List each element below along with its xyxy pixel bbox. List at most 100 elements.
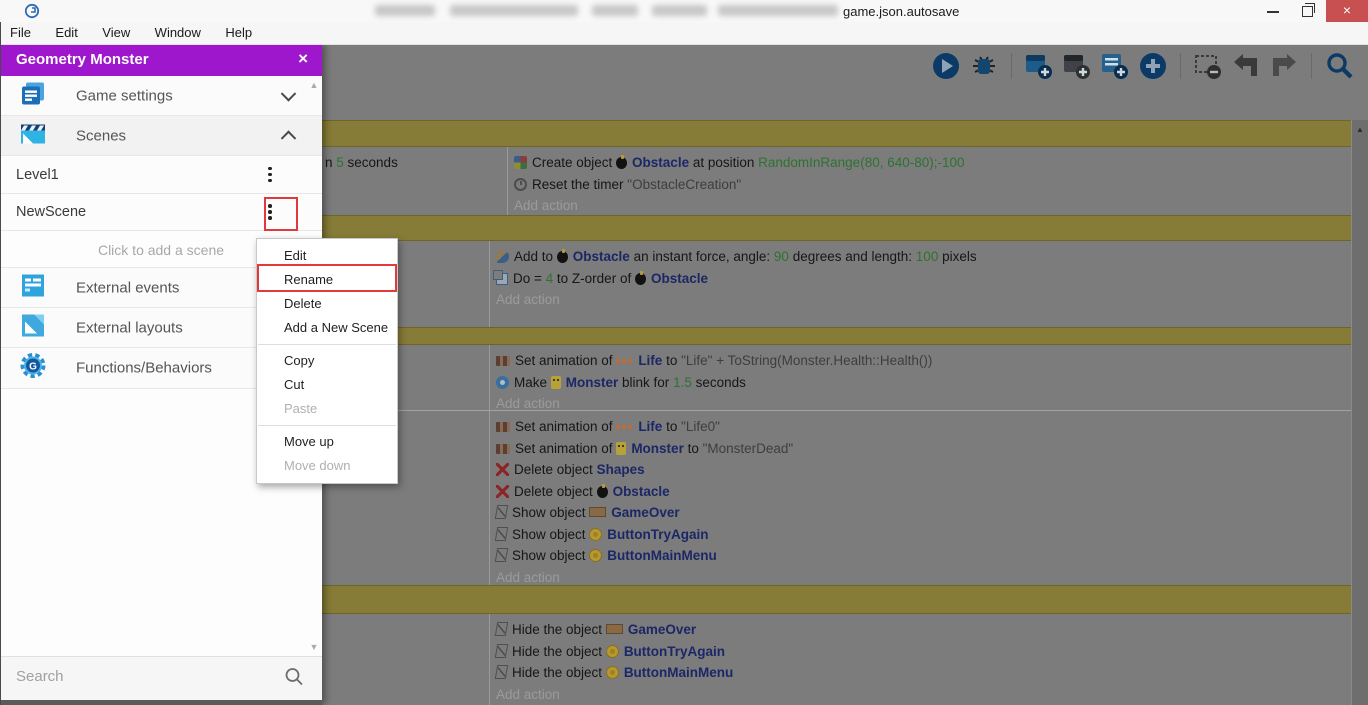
event-text: GameOver	[611, 505, 679, 520]
event-text: "Life0"	[681, 419, 720, 434]
minimize-button[interactable]	[1258, 0, 1288, 22]
menu-file[interactable]: File	[0, 22, 41, 40]
zorder-icon	[496, 273, 508, 285]
visibility-icon	[495, 527, 508, 541]
game-settings-icon	[18, 78, 48, 113]
close-panel-icon[interactable]: ×	[298, 49, 308, 69]
toolbar-separator	[1011, 53, 1012, 79]
event-text: Life	[638, 419, 662, 434]
event-text: Obstacle	[573, 249, 630, 264]
condition-action-divider	[507, 147, 508, 215]
bomb-icon	[557, 251, 568, 263]
event-actions: Create object Obstacle at position Rando…	[514, 147, 1352, 217]
scene-item-level1[interactable]: Level1	[0, 156, 322, 194]
event-action[interactable]: Do = 4 to Z-order of Obstacle	[496, 268, 1352, 290]
undo-button[interactable]	[1231, 51, 1261, 81]
event-action[interactable]: Set animation of Life to "Life0"	[496, 416, 1352, 438]
event-actions: Set animation of Life to "Life" + ToStri…	[496, 345, 1352, 415]
add-comment-button[interactable]	[1100, 51, 1130, 81]
external-layouts-icon	[18, 310, 48, 345]
menu-edit[interactable]: Edit	[45, 22, 87, 40]
scroll-up-icon[interactable]: ▲	[1352, 125, 1368, 134]
event-action[interactable]: Add to Obstacle an instant force, angle:…	[496, 246, 1352, 268]
add-more-button[interactable]	[1138, 51, 1168, 81]
event-text: Hide the object	[512, 622, 606, 637]
life-icon	[616, 359, 633, 364]
event-text: to	[662, 419, 681, 434]
event-text: Monster	[566, 375, 619, 390]
event-action[interactable]: Reset the timer "ObstacleCreation"	[514, 174, 1352, 196]
panel-scroll-up-icon[interactable]: ▲	[308, 80, 320, 90]
row-scenes[interactable]: Scenes	[0, 116, 322, 156]
monster-icon	[616, 442, 626, 455]
menu-help[interactable]: Help	[215, 22, 262, 40]
scene-name: Level1	[16, 167, 59, 183]
menu-view[interactable]: View	[92, 22, 140, 40]
chevron-down-icon[interactable]	[281, 86, 297, 102]
blurred-path-text	[375, 5, 435, 16]
add-action-button[interactable]: Add action	[496, 684, 1352, 705]
redo-button[interactable]	[1269, 51, 1299, 81]
remove-event-button[interactable]	[1193, 51, 1223, 81]
toolbar-separator	[1180, 53, 1181, 79]
event-condition[interactable]: n 5 seconds	[325, 152, 398, 174]
menu-item-cut[interactable]: Cut	[257, 373, 397, 397]
menu-item-copy[interactable]: Copy	[257, 349, 397, 373]
event-text: ButtonTryAgain	[607, 527, 708, 542]
menu-item-move-up[interactable]: Move up	[257, 430, 397, 454]
event-text: GameOver	[628, 622, 696, 637]
window-border	[0, 22, 1, 705]
create-object-icon	[514, 156, 527, 169]
event-action[interactable]: Hide the object GameOver	[496, 619, 1352, 641]
visibility-icon	[495, 505, 508, 519]
add-action-button[interactable]: Add action	[514, 195, 1352, 217]
event-action[interactable]: Set animation of Monster to "MonsterDead…	[496, 438, 1352, 460]
row-game-settings[interactable]: Game settings	[0, 76, 322, 116]
add-subevent-button[interactable]	[1062, 51, 1092, 81]
events-scrollbar[interactable]: ▲	[1351, 120, 1368, 705]
menu-window[interactable]: Window	[145, 22, 211, 40]
menu-item-delete[interactable]: Delete	[257, 292, 397, 316]
coin-icon	[606, 645, 619, 658]
event-text: seconds	[692, 375, 746, 390]
event-action[interactable]: Delete object Shapes	[496, 459, 1352, 481]
search-events-button[interactable]	[1324, 51, 1354, 81]
event-text: Set animation of	[515, 419, 616, 434]
event-action[interactable]: Show object ButtonTryAgain	[496, 524, 1352, 546]
search-icon[interactable]	[284, 667, 304, 692]
panel-scroll-down-icon[interactable]: ▼	[308, 642, 320, 652]
menu-divider	[258, 344, 396, 345]
event-actions: Set animation of Life to "Life0"Set anim…	[496, 411, 1352, 588]
event-actions: Add to Obstacle an instant force, angle:…	[496, 241, 1352, 311]
event-text: pixels	[938, 249, 976, 264]
event-text: Hide the object	[512, 644, 606, 659]
play-button[interactable]	[931, 51, 961, 81]
close-window-button[interactable]: ×	[1326, 0, 1368, 22]
add-action-button[interactable]: Add action	[496, 567, 1352, 589]
event-action[interactable]: Show object GameOver	[496, 502, 1352, 524]
restore-button[interactable]	[1292, 0, 1322, 22]
project-manager-header: Geometry Monster ×	[0, 44, 322, 76]
event-text: 100	[916, 249, 939, 264]
event-action[interactable]: Delete object Obstacle	[496, 481, 1352, 503]
event-text: Show object	[512, 548, 589, 563]
event-action[interactable]: Make Monster blink for 1.5 seconds	[496, 372, 1352, 394]
visibility-icon	[495, 548, 508, 562]
event-action[interactable]: Hide the object ButtonTryAgain	[496, 641, 1352, 663]
event-text: Do =	[513, 271, 546, 286]
event-action[interactable]: Show object ButtonMainMenu	[496, 545, 1352, 567]
debug-button[interactable]	[969, 51, 999, 81]
search-input[interactable]	[14, 667, 268, 686]
menu-item-add-new-scene[interactable]: Add a New Scene	[257, 316, 397, 340]
event-action[interactable]: Hide the object ButtonMainMenu	[496, 662, 1352, 684]
panel-bottom-edge	[0, 700, 322, 705]
event-action[interactable]: Create object Obstacle at position Rando…	[514, 152, 1352, 174]
add-event-button[interactable]	[1024, 51, 1054, 81]
scene-options-icon[interactable]	[258, 163, 282, 187]
gameover-icon	[606, 624, 623, 634]
condition-action-divider	[489, 345, 490, 410]
event-action[interactable]: Set animation of Life to "Life" + ToStri…	[496, 350, 1352, 372]
chevron-up-icon[interactable]	[281, 130, 297, 146]
visibility-icon	[495, 644, 508, 658]
add-action-button[interactable]: Add action	[496, 289, 1352, 311]
